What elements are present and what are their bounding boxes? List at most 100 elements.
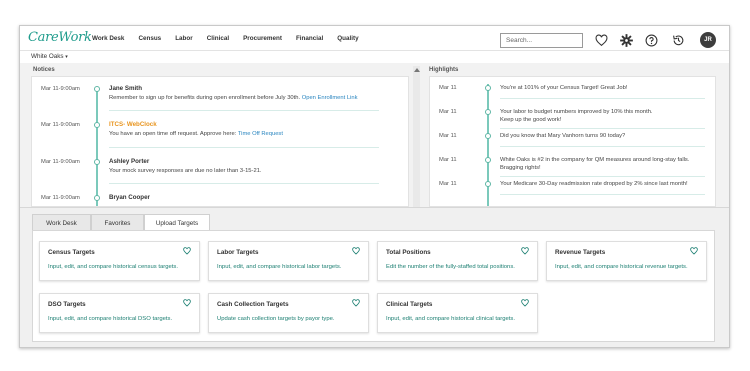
clinical-targets-card[interactable]: Clinical Targets Input, edit, and compar… <box>377 293 538 333</box>
card-title: DSO Targets <box>48 301 86 308</box>
revenue-targets-card[interactable]: Revenue Targets Input, edit, and compare… <box>546 241 707 281</box>
timeline-dot <box>94 122 100 128</box>
caret-down-icon: ▾ <box>65 54 68 60</box>
divider <box>500 194 705 195</box>
favorite-heart-icon[interactable] <box>690 247 698 255</box>
card-title: Clinical Targets <box>386 301 433 308</box>
labor-targets-card[interactable]: Labor Targets Input, edit, and compare h… <box>208 241 369 281</box>
favorite-heart-icon[interactable] <box>521 299 529 307</box>
highlight-date: Mar 11 <box>439 85 457 91</box>
notices-timeline <box>96 87 98 206</box>
upload-targets-panel: Census Targets Input, edit, and compare … <box>32 230 715 342</box>
org-selector[interactable]: White Oaks ▾ <box>31 53 68 60</box>
highlight-text: White Oaks is #2 in the company for QM m… <box>500 157 690 163</box>
notice-title: Jane Smith <box>109 85 143 92</box>
tab-favorites[interactable]: Favorites <box>91 214 144 231</box>
favorite-heart-icon[interactable] <box>183 299 191 307</box>
nav-clinical[interactable]: Clinical <box>207 35 229 42</box>
total-positions-card[interactable]: Total Positions Edit the number of the f… <box>377 241 538 281</box>
nav-financial[interactable]: Financial <box>296 35 323 42</box>
highlight-date: Mar 11 <box>439 181 457 187</box>
nav-quality[interactable]: Quality <box>337 35 358 42</box>
favorite-heart-icon[interactable] <box>521 247 529 255</box>
timeline-dot <box>485 157 491 163</box>
highlight-date: Mar 11 <box>439 109 457 115</box>
divider <box>500 128 705 129</box>
card-title: Total Positions <box>386 249 431 256</box>
timeline-dot <box>485 109 491 115</box>
divider <box>109 183 379 184</box>
nav-work-desk[interactable]: Work Desk <box>92 35 124 42</box>
notice-date: Mar 11-9:00am <box>41 159 80 165</box>
divider <box>500 98 705 99</box>
scroll-up-icon[interactable] <box>413 68 420 72</box>
help-icon[interactable] <box>645 34 658 47</box>
divider <box>500 176 705 177</box>
highlight-text: Did you know that Mary Vanhorn turns 90 … <box>500 133 626 139</box>
timeline-dot <box>94 195 100 201</box>
highlight-date: Mar 11 <box>439 133 457 139</box>
highlight-text-line2: Bragging rights! <box>500 165 541 171</box>
nav-procurement[interactable]: Procurement <box>243 35 282 42</box>
highlight-text: Your labor to budget numbers improved by… <box>500 109 653 115</box>
highlight-text: Your Medicare 30-Day readmission rate dr… <box>500 181 688 187</box>
open-enrollment-link[interactable]: Open Enrollment Link <box>302 95 358 101</box>
card-description: Input, edit, and compare historical labo… <box>217 264 342 270</box>
notices-scrollbar[interactable] <box>413 66 420 207</box>
notice-body: Remember to sign up for benefits during … <box>109 95 301 101</box>
top-nav-bar: CareWork Work Desk Census Labor Clinical… <box>20 26 729 51</box>
card-description: Edit the number of the fully-staffed tot… <box>386 264 515 270</box>
card-description: Input, edit, and compare historical cens… <box>48 264 178 270</box>
dso-targets-card[interactable]: DSO Targets Input, edit, and compare his… <box>39 293 200 333</box>
cash-collection-targets-card[interactable]: Cash Collection Targets Update cash coll… <box>208 293 369 333</box>
notice-text: You have an open time off request. Appro… <box>109 131 283 137</box>
search-input[interactable]: Search... <box>500 33 583 48</box>
divider <box>109 110 379 111</box>
highlight-text-line2: Keep up the good work! <box>500 117 562 123</box>
tabs-section: Work Desk Favorites Upload Targets Censu… <box>20 207 729 347</box>
favorite-heart-icon[interactable] <box>352 299 360 307</box>
favorite-heart-icon[interactable] <box>183 247 191 255</box>
notice-title: Bryan Cooper <box>109 194 150 201</box>
card-title: Census Targets <box>48 249 95 256</box>
user-avatar[interactable]: JR <box>700 32 716 48</box>
favorite-heart-icon[interactable] <box>352 247 360 255</box>
org-bar: White Oaks ▾ <box>20 51 729 63</box>
card-description: Update cash collection targets by payor … <box>217 316 335 322</box>
notice-date: Mar 11-9:00am <box>41 195 80 201</box>
card-title: Revenue Targets <box>555 249 606 256</box>
time-off-request-link[interactable]: Time Off Request <box>238 131 283 137</box>
heart-icon[interactable] <box>595 34 608 47</box>
nav-census[interactable]: Census <box>138 35 161 42</box>
highlight-date: Mar 11 <box>439 157 457 163</box>
history-icon[interactable] <box>672 34 685 47</box>
highlight-text: You're at 101% of your Census Target! Gr… <box>500 85 628 91</box>
timeline-dot <box>485 133 491 139</box>
card-title: Cash Collection Targets <box>217 301 289 308</box>
notice-title: Ashley Porter <box>109 158 150 165</box>
gear-icon[interactable] <box>620 34 633 47</box>
notice-date: Mar 11-9:00am <box>41 86 80 92</box>
notice-date: Mar 11-9:00am <box>41 122 80 128</box>
divider <box>500 146 705 147</box>
notice-text: Remember to sign up for benefits during … <box>109 95 357 101</box>
timeline-dot <box>94 159 100 165</box>
card-description: Input, edit, and compare historical DSO … <box>48 316 173 322</box>
card-description: Input, edit, and compare historical reve… <box>555 264 688 270</box>
tab-work-desk[interactable]: Work Desk <box>32 214 91 231</box>
card-title: Labor Targets <box>217 249 259 256</box>
timeline-dot <box>485 181 491 187</box>
highlights-label: Highlights <box>429 67 459 73</box>
timeline-dot <box>94 86 100 92</box>
timeline-dot <box>485 85 491 91</box>
nav-labor[interactable]: Labor <box>175 35 193 42</box>
main-nav: Work Desk Census Labor Clinical Procurem… <box>92 26 373 51</box>
notice-title: ITCS- WebClock <box>109 121 157 128</box>
notices-label: Notices <box>33 67 55 73</box>
carework-logo[interactable]: CareWork <box>28 30 92 45</box>
notice-text: Your mock survey responses are due no la… <box>109 168 262 174</box>
highlights-timeline <box>487 84 489 206</box>
census-targets-card[interactable]: Census Targets Input, edit, and compare … <box>39 241 200 281</box>
divider <box>109 147 379 148</box>
notice-body: You have an open time off request. Appro… <box>109 131 237 137</box>
